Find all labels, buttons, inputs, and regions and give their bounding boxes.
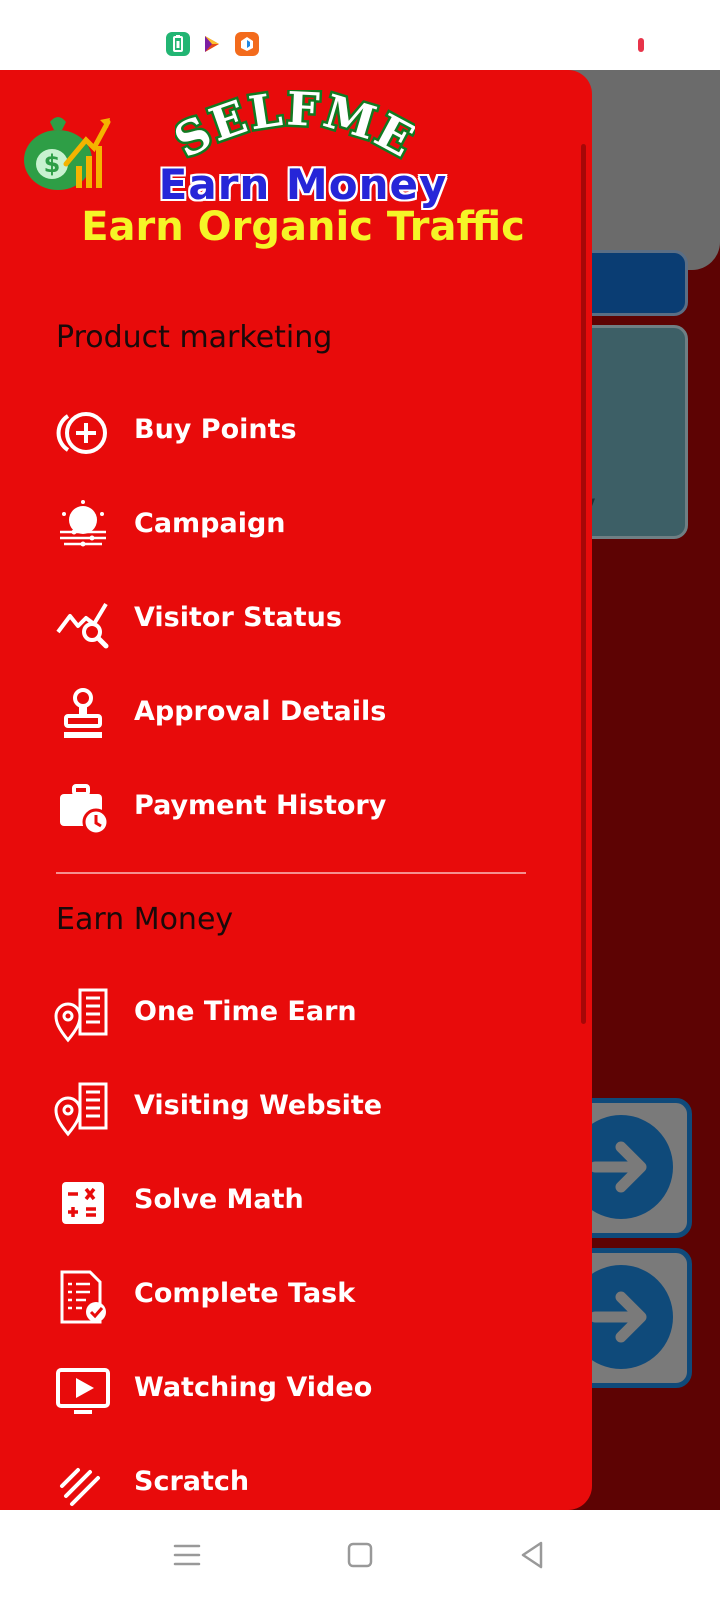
menu-item-label: Visitor Status [134, 602, 342, 633]
menu-item-label: Watching Video [134, 1372, 373, 1403]
menu-item-visiting-website[interactable]: Visiting Website [0, 1062, 570, 1156]
recording-dot-icon [638, 38, 644, 52]
menu-item-solve-math[interactable]: Solve Math [0, 1156, 570, 1250]
menu-item-watching-video[interactable]: Watching Video [0, 1344, 570, 1438]
add-coin-icon [54, 404, 112, 462]
menu-item-label: Complete Task [134, 1278, 356, 1309]
back-icon[interactable] [508, 1530, 558, 1580]
banner-subheadline: Earn Organic Traffic [81, 204, 525, 250]
sunrise-campaign-icon [54, 498, 112, 556]
menu-item-label: Solve Math [134, 1184, 304, 1215]
system-navigation-bar [0, 1510, 720, 1600]
home-icon[interactable] [335, 1530, 385, 1580]
briefcase-clock-icon [54, 780, 112, 838]
menu-item-label: One Time Earn [134, 996, 357, 1027]
menu-item-label: Scratch [134, 1466, 250, 1497]
menu-item-approval-details[interactable]: Approval Details [0, 668, 570, 762]
menu-item-label: Payment History [134, 790, 387, 821]
menu-item-campaign[interactable]: Campaign [0, 480, 570, 574]
stamp-icon [54, 686, 112, 744]
menu-item-label: Visiting Website [134, 1090, 383, 1121]
navigation-drawer: $ SELFME Earn Money Earn Organic Traffic… [0, 70, 592, 1510]
battery-saver-icon [166, 32, 190, 56]
section-header-earn-money: Earn Money [56, 902, 234, 937]
play-store-icon [200, 32, 224, 56]
scratch-icon [54, 1456, 112, 1510]
menu-item-visitor-status[interactable]: Visitor Status [0, 574, 570, 668]
section-header-product-marketing: Product marketing [56, 320, 333, 355]
menu-item-label: Campaign [134, 508, 286, 539]
menu-item-label: Buy Points [134, 414, 297, 445]
menu-item-complete-task[interactable]: Complete Task [0, 1250, 570, 1344]
building-location-icon [54, 986, 112, 1044]
chart-search-icon [54, 592, 112, 650]
status-bar [0, 0, 720, 70]
svg-text:SELFME: SELFME [175, 90, 415, 168]
menu-item-scratch[interactable]: Scratch [0, 1438, 570, 1510]
calculator-icon [54, 1174, 112, 1232]
section-divider [56, 872, 526, 874]
brand-logo: SELFME [175, 90, 415, 170]
app-notification-icon [235, 32, 259, 56]
banner-headline: Earn Money [158, 160, 448, 209]
video-play-icon [54, 1362, 112, 1420]
drawer-scrollbar[interactable] [581, 144, 586, 1024]
drawer-banner: $ SELFME Earn Money Earn Organic Traffic [0, 70, 592, 270]
menu-item-payment-history[interactable]: Payment History [0, 762, 570, 856]
menu-icon[interactable] [162, 1530, 212, 1580]
menu-item-one-time-earn[interactable]: One Time Earn [0, 968, 570, 1062]
menu-item-label: Approval Details [134, 696, 387, 727]
menu-item-buy-points[interactable]: Buy Points [0, 386, 570, 480]
task-document-icon [54, 1268, 112, 1326]
building-location-icon [54, 1080, 112, 1138]
